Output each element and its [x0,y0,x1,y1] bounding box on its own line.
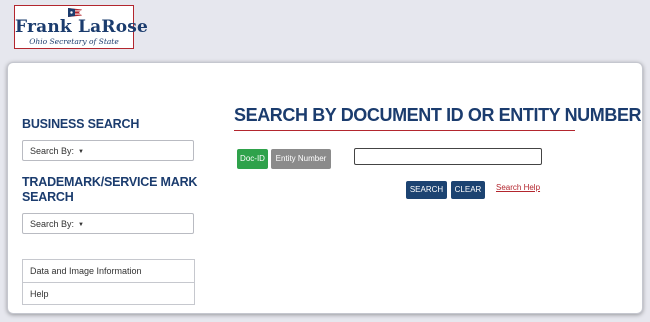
logo-subtitle: Ohio Secretary of State [29,37,119,46]
sidebar-links: Data and Image Information Help [22,259,195,305]
business-search-heading: BUSINESS SEARCH [22,117,140,131]
search-help-link[interactable]: Search Help [496,183,540,192]
trademark-heading-line2: SEARCH [22,190,74,204]
search-button[interactable]: SEARCH [406,181,447,199]
site-logo[interactable]: Frank LaRose Ohio Secretary of State [14,5,149,49]
ohio-flag-icon [68,8,82,17]
title-divider [234,130,575,131]
clear-button[interactable]: CLEAR [451,181,485,199]
help-link[interactable]: Help [23,282,194,304]
trademark-search-by-dropdown[interactable]: Search By: ▼ [22,213,194,234]
trademark-heading-line1: TRADEMARK/SERVICE MARK [22,175,198,189]
document-id-input[interactable] [354,148,542,165]
business-search-by-dropdown[interactable]: Search By: ▼ [22,140,194,161]
search-panel: BUSINESS SEARCH Search By: ▼ TRADEMARK/SE… [7,62,643,314]
entity-number-toggle[interactable]: Entity Number [271,149,331,169]
page-title: SEARCH BY DOCUMENT ID OR ENTITY NUMBER [234,105,642,125]
trademark-search-heading: TRADEMARK/SERVICE MARK SEARCH [22,175,197,205]
logo-name: Frank LaRose [15,17,149,37]
caret-down-icon: ▼ [78,222,84,228]
dropdown-label: Search By: [30,219,75,229]
data-image-info-link[interactable]: Data and Image Information [23,260,194,282]
doc-id-toggle[interactable]: Doc-ID [237,149,268,169]
caret-down-icon: ▼ [78,149,84,155]
dropdown-label: Search By: [30,146,75,156]
